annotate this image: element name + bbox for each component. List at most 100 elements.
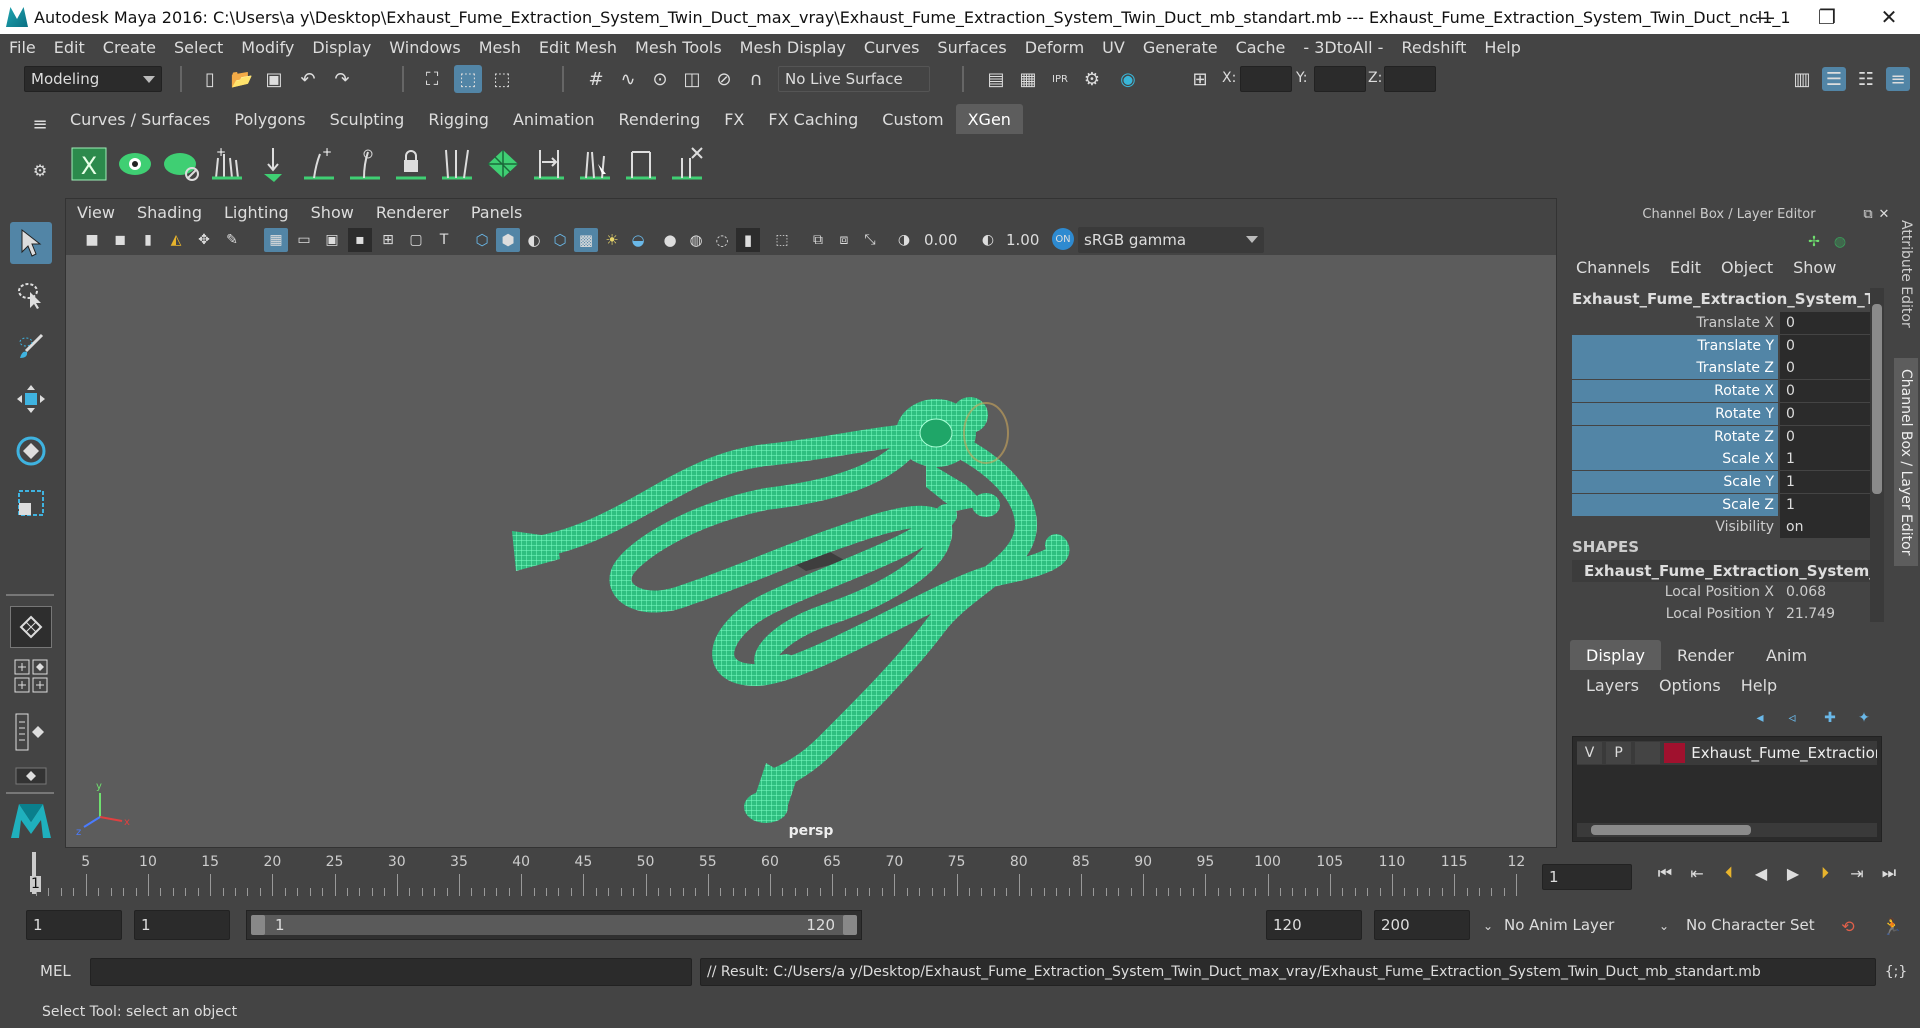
layer-help-menu[interactable]: Help (1731, 676, 1787, 695)
persp-graph-layout-icon[interactable] (10, 764, 52, 788)
go-to-start-icon[interactable]: ⏮ (1654, 862, 1676, 884)
menu-deform[interactable]: Deform (1016, 38, 1093, 57)
undo-icon[interactable]: ↶ (296, 67, 320, 91)
new-scene-icon[interactable]: ▯ (198, 67, 222, 91)
render-view-icon[interactable]: ▤ (984, 67, 1008, 91)
go-to-end-icon[interactable]: ⏭ (1878, 862, 1900, 884)
channel-row[interactable]: Scale X1 (1572, 448, 1874, 471)
menu-file[interactable]: File (0, 38, 45, 57)
maximize-button[interactable]: ❐ (1796, 0, 1858, 34)
playback-start-input[interactable]: 1 (134, 910, 230, 940)
menu-edit[interactable]: Edit (45, 38, 94, 57)
channel-value[interactable]: 0 (1780, 334, 1874, 357)
xray-joints-icon[interactable]: ⧉ (806, 228, 830, 252)
select-object-icon[interactable]: ⬚ (454, 65, 482, 93)
local-position-y-row[interactable]: Local Position Y 21.749 (1572, 606, 1874, 622)
camera-select-icon[interactable]: ■ (80, 228, 104, 252)
modeling-toolkit-icon[interactable]: ▥ (1790, 67, 1814, 91)
shelf-tab-rendering[interactable]: Rendering (607, 104, 713, 134)
menu-mesh-display[interactable]: Mesh Display (731, 38, 855, 57)
range-end-handle[interactable] (843, 915, 857, 935)
viewport-menu-lighting[interactable]: Lighting (213, 203, 300, 222)
close-button[interactable]: ✕ (1858, 0, 1920, 34)
layer-row[interactable]: V P Exhaust_Fume_Extraction (1577, 741, 1877, 765)
channel-label[interactable]: Scale Z (1572, 493, 1778, 516)
snap-view-plane-icon[interactable]: ◫ (680, 67, 704, 91)
render-frame-icon[interactable]: ▦ (1016, 67, 1040, 91)
play-forwards-icon[interactable]: ▶ (1782, 862, 1804, 884)
viewport-menu-shading[interactable]: Shading (126, 203, 213, 222)
menu-mesh-tools[interactable]: Mesh Tools (626, 38, 731, 57)
four-view-layout-icon[interactable] (10, 658, 52, 694)
shelf-tab-animation[interactable]: Animation (501, 104, 607, 134)
attribute-editor-toggle-icon[interactable]: ☰ (1822, 67, 1846, 91)
channel-label[interactable]: Rotate X (1572, 380, 1778, 403)
select-tool-icon[interactable] (10, 222, 52, 264)
menu-edit-mesh[interactable]: Edit Mesh (530, 38, 626, 57)
menu-uv[interactable]: UV (1093, 38, 1134, 57)
layers-menu[interactable]: Layers (1576, 676, 1649, 695)
exposure-icon[interactable]: ◑ (892, 228, 916, 252)
smooth-shade-icon[interactable]: ⬢ (496, 228, 520, 252)
tool-settings-icon[interactable]: ☷ (1854, 67, 1878, 91)
safe-action-icon[interactable]: ▢ (404, 228, 428, 252)
channel-label[interactable]: Scale Y (1572, 470, 1778, 493)
menu-surfaces[interactable]: Surfaces (928, 38, 1015, 57)
render-settings-icon[interactable]: ⚙ (1080, 67, 1104, 91)
script-editor-icon[interactable]: {;} (1884, 960, 1908, 984)
move-layer-up-icon[interactable]: ◂ (1748, 706, 1772, 730)
new-layer-selected-icon[interactable]: ✦ (1852, 706, 1876, 730)
channel-label[interactable]: Scale X (1572, 448, 1778, 471)
channel-value[interactable]: on (1780, 516, 1874, 539)
hypershade-icon[interactable]: ◉ (1116, 67, 1140, 91)
channel-box-toggle-icon[interactable]: ≡ (1886, 67, 1910, 91)
local-position-x-row[interactable]: Local Position X 0.068 (1572, 584, 1874, 600)
select-component-icon[interactable]: ⬚ (490, 67, 514, 91)
single-perspective-layout-icon[interactable] (10, 606, 52, 648)
shelf-tab-xgen[interactable]: XGen (955, 104, 1023, 134)
channel-row[interactable]: Translate Z0 (1572, 357, 1874, 380)
shelf-tab-curves-surfaces[interactable]: Curves / Surfaces (58, 104, 222, 134)
transform-mode-icon[interactable]: ⊞ (1188, 67, 1212, 91)
menu-set-dropdown[interactable]: Modeling (24, 66, 162, 92)
xgen-guide-length-icon[interactable] (622, 144, 660, 184)
select-hierarchy-icon[interactable]: ⛶ (420, 67, 444, 91)
channel-value[interactable]: 1 (1780, 448, 1874, 471)
channel-label[interactable]: Rotate Y (1572, 402, 1778, 425)
step-back-key-icon[interactable]: ⏴ (1718, 862, 1740, 884)
channel-value[interactable]: 0 (1780, 357, 1874, 380)
selected-object-name[interactable]: Exhaust_Fume_Extraction_System_Twi... (1572, 290, 1872, 308)
minimize-button[interactable]: — (1734, 0, 1796, 34)
viewport-panel[interactable]: View Shading Lighting Show Renderer Pane… (65, 198, 1557, 848)
depth-of-field-icon[interactable]: ▮ (736, 228, 760, 252)
live-surface-field[interactable]: No Live Surface (778, 66, 930, 92)
ipr-render-icon[interactable]: IPR (1048, 67, 1072, 91)
viewport-menu-panels[interactable]: Panels (460, 203, 534, 222)
channel-value[interactable]: 1 (1780, 493, 1874, 516)
xgen-guide-comb-icon[interactable] (438, 144, 476, 184)
shelf-tab-sculpting[interactable]: Sculpting (318, 104, 417, 134)
menu-windows[interactable]: Windows (380, 38, 469, 57)
character-set-dropdown[interactable]: No Character Set (1680, 912, 1828, 938)
move-layer-down-icon[interactable]: ◃ (1780, 706, 1804, 730)
xray-active-icon[interactable]: ⧈ (832, 228, 856, 252)
tab-anim[interactable]: Anim (1750, 640, 1823, 670)
wireframe-on-shaded-icon[interactable]: ⬡ (548, 228, 572, 252)
motion-blur-icon[interactable]: ◍ (684, 228, 708, 252)
menu-modify[interactable]: Modify (232, 38, 303, 57)
persp-outliner-layout-icon[interactable] (10, 712, 52, 752)
xgen-add-guide-icon[interactable]: + (208, 144, 246, 184)
channel-label[interactable]: Translate Z (1572, 357, 1778, 380)
channel-label[interactable]: Visibility (1572, 516, 1778, 538)
channel-label[interactable]: Rotate Z (1572, 425, 1778, 448)
exhaust-fume-model[interactable]: y x z (66, 255, 1556, 841)
step-forward-frame-icon[interactable]: ⇥ (1846, 862, 1868, 884)
isolate-select-icon[interactable]: ⬚ (770, 228, 794, 252)
shelf-tab-polygons[interactable]: Polygons (222, 104, 317, 134)
tab-render[interactable]: Render (1661, 640, 1750, 670)
bookmark-icon[interactable]: ▮ (136, 228, 160, 252)
playback-end-input[interactable]: 120 (1266, 910, 1362, 940)
channel-row[interactable]: Rotate Z0 (1572, 425, 1874, 448)
xgen-preview-icon[interactable] (116, 144, 154, 184)
auto-key-icon[interactable]: ⟲ (1836, 914, 1860, 938)
